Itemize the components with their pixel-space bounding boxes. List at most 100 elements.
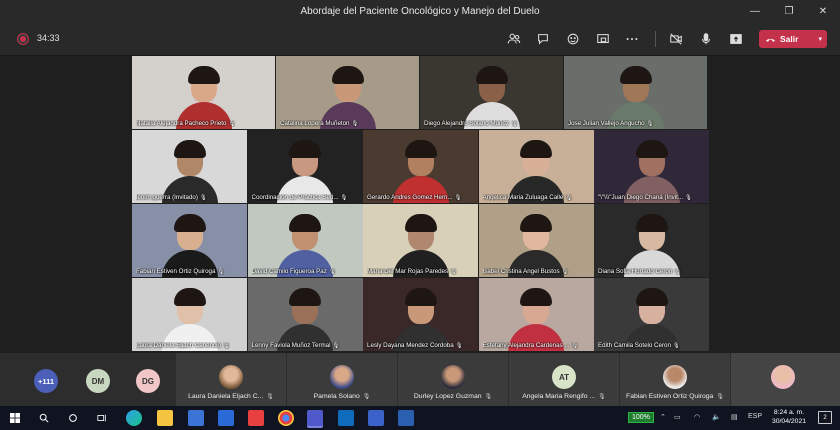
anydesk-icon[interactable]: [248, 410, 264, 426]
teams-icon[interactable]: [307, 410, 323, 426]
share-tray-icon[interactable]: [594, 30, 612, 48]
video-grid: Natalia Alejandra Pacheco Prieto 🎙 Catalin…: [132, 56, 709, 353]
chrome-icon[interactable]: [278, 410, 294, 426]
video-tile[interactable]: Diego Alejandro Solano Muñoz 🎙: [420, 56, 563, 129]
outlook-icon[interactable]: [338, 410, 354, 426]
close-button[interactable]: ✕: [806, 0, 840, 22]
participant-name-text: Isabel Cristina Angel Bustos: [482, 268, 560, 275]
video-tile[interactable]: Angelica Maria Zuluaga Calle 🎙: [478, 130, 594, 203]
video-tile[interactable]: "\"\\\"Juan Diego Chaná (Invit... 🎙: [594, 130, 709, 203]
store-icon[interactable]: [188, 410, 204, 426]
participant-hair: [635, 140, 668, 158]
mic-icon: 🎙: [340, 195, 348, 201]
participant-name: Fabian Estiven Ortiz Quiroga 🎙: [136, 268, 243, 275]
video-tile[interactable]: Coordinación de Práctica Sed... 🎙: [247, 130, 363, 203]
mic-muted-icon: 🎙: [716, 394, 724, 400]
video-tile[interactable]: Isabel Cristina Angel Bustos 🎙: [478, 204, 594, 277]
participant-name-text: lenim guerra (Invitado): [136, 194, 198, 201]
video-tile[interactable]: Diana Sofia Hurtado Ceron 🎙: [594, 204, 709, 277]
video-tile[interactable]: Maria Del Mar Rojas Paredes 🎙: [363, 204, 478, 277]
participant-hair: [404, 140, 437, 158]
wifi-icon[interactable]: ◠: [694, 413, 700, 421]
mic-icon[interactable]: [697, 30, 715, 48]
participant-name-text: Lenny Faviola Muñoz Termal: [251, 342, 331, 349]
roster-card[interactable]: Pamela Solano 🎙: [287, 353, 397, 406]
participant-name: Isabel Cristina Angel Bustos 🎙: [483, 268, 590, 275]
language-indicator[interactable]: ESP: [748, 413, 762, 420]
participant-hair: [619, 66, 652, 84]
video-tile[interactable]: Lesly Dayana Mendez Cordoba 🎙: [363, 278, 478, 351]
mic-icon: 🎙: [685, 195, 692, 201]
notification-center-icon[interactable]: 2: [818, 411, 832, 424]
video-tile[interactable]: Laura Daniela Eljach Canencio 🎙: [132, 278, 247, 351]
chat-icon[interactable]: [534, 30, 552, 48]
mic-muted-icon: 🎙: [598, 394, 606, 400]
mic-icon: 🎙: [199, 195, 207, 201]
mic-icon: 🎙: [672, 343, 680, 349]
file-explorer-icon[interactable]: [157, 410, 173, 426]
video-tile[interactable]: Edith Camila Sotelo Ceron 🎙: [594, 278, 709, 351]
minimize-button[interactable]: —: [738, 0, 772, 22]
self-view-card[interactable]: [731, 353, 840, 406]
teams-window-icon[interactable]: [368, 410, 384, 426]
task-view-icon[interactable]: [93, 409, 111, 427]
more-icon[interactable]: [623, 30, 641, 48]
participant-name: Jose Julian Vallejo Angucho 🎙: [568, 120, 703, 127]
leave-button[interactable]: Salir ▾: [759, 30, 827, 48]
battery-indicator[interactable]: 100%: [628, 412, 654, 423]
participant-name: "\"\\\"Juan Diego Chaná (Invit... 🎙: [598, 194, 705, 201]
roster-card[interactable]: AT Angela Maria Rengifo ... 🎙: [509, 353, 619, 406]
avatar[interactable]: DG: [136, 369, 160, 393]
volume-icon[interactable]: 🔈: [712, 413, 721, 421]
chevron-up-icon[interactable]: ⌃: [660, 413, 666, 421]
window-title: Abordaje del Paciente Oncológico y Manej…: [300, 5, 540, 17]
reactions-icon[interactable]: [564, 30, 582, 48]
video-tile[interactable]: Catalina Lopera Muñeton 🎙: [276, 56, 419, 129]
mic-icon: 🎙: [328, 269, 336, 275]
share-screen-icon[interactable]: [727, 30, 745, 48]
maximize-button[interactable]: ❐: [772, 0, 806, 22]
search-icon[interactable]: [35, 409, 53, 427]
roster-card[interactable]: Fabian Estiven Ortiz Quiroga 🎙: [620, 353, 730, 406]
keyboard-icon[interactable]: ▤: [731, 413, 738, 421]
avatar[interactable]: DM: [86, 369, 110, 393]
participant-name-text: "\"\\\"Juan Diego Chaná (Invit...: [598, 194, 684, 201]
more-participants-button[interactable]: +111: [34, 369, 58, 393]
mic-icon: 🎙: [228, 121, 236, 127]
participant-roster: +111 DM DG Laura Daniela Eljach C... 🎙 Pa…: [0, 353, 840, 406]
phone-hangup-icon: [766, 38, 775, 42]
windows-start-icon[interactable]: [6, 409, 24, 427]
edge-icon[interactable]: [126, 410, 142, 426]
video-tile[interactable]: Estefany Alejandra Cardenas ... 🎙: [478, 278, 594, 351]
cortana-icon[interactable]: [64, 409, 82, 427]
mic-icon: 🎙: [454, 195, 462, 201]
video-tile[interactable]: Gerardo Andres Gomez Hern... 🎙: [363, 130, 478, 203]
camera-off-icon[interactable]: [667, 30, 685, 48]
participant-name: Maria Del Mar Rojas Paredes 🎙: [367, 268, 474, 275]
chevron-down-icon[interactable]: ▾: [818, 35, 822, 43]
video-tile[interactable]: Jose Julian Vallejo Angucho 🎙: [564, 56, 707, 129]
participant-name-text: Edith Camila Sotelo Ceron: [598, 342, 671, 349]
roster-card[interactable]: Durley Lopez Guzman 🎙: [398, 353, 508, 406]
video-tile[interactable]: Lenny Faviola Muñoz Termal 🎙: [247, 278, 363, 351]
network-icon[interactable]: ▭: [674, 413, 681, 421]
avatar: AT: [552, 365, 576, 389]
mail-icon[interactable]: [218, 410, 234, 426]
avatar: [330, 365, 354, 389]
clock[interactable]: 8:24 a. m. 30/04/2021: [766, 408, 812, 426]
word-icon[interactable]: [398, 410, 414, 426]
participant-hair: [520, 214, 552, 232]
participants-icon[interactable]: [505, 30, 523, 48]
video-tile[interactable]: lenim guerra (Invitado) 🎙: [132, 130, 247, 203]
participant-name: Diego Alejandro Solano Muñoz 🎙: [424, 120, 559, 127]
clock-date: 30/04/2021: [771, 418, 807, 425]
mic-icon: 🎙: [565, 195, 573, 201]
window-controls: — ❐ ✕: [738, 0, 840, 22]
taskbar: 100% ⌃ ▭ ◠ 🔈 ▤ ESP 8:24 a. m. 30/04/2021…: [0, 406, 840, 430]
video-tile[interactable]: Fabian Estiven Ortiz Quiroga 🎙: [132, 204, 247, 277]
participant-name-text: Diego Alejandro Solano Muñoz: [424, 120, 509, 127]
participant-name: Coordinación de Práctica Sed... 🎙: [252, 194, 359, 201]
roster-card[interactable]: Laura Daniela Eljach C... 🎙: [176, 353, 286, 406]
video-tile[interactable]: Natalia Alejandra Pacheco Prieto 🎙: [132, 56, 275, 129]
video-tile[interactable]: David Camilo Figueroa Paz 🎙: [247, 204, 363, 277]
